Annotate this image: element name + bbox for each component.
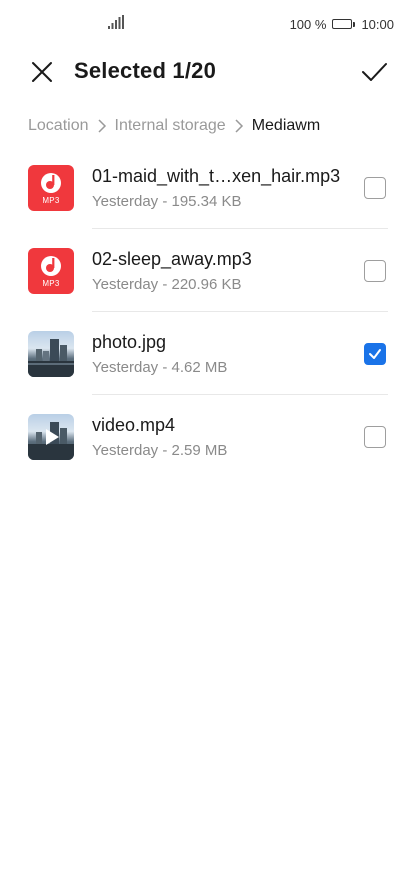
selection-header: Selected 1/20 bbox=[0, 48, 416, 100]
battery-percentage: 100 % bbox=[289, 16, 327, 32]
mp3-label: MP3 bbox=[42, 195, 60, 205]
file-name: video.mp4 bbox=[92, 414, 176, 435]
file-name: 02-sleep_away.mp3 bbox=[92, 248, 252, 269]
status-indicators: 100 % 10:00 bbox=[290, 15, 394, 33]
file-row[interactable]: MP3 01-maid_with_t…xen_hair.mp3 Yesterda… bbox=[28, 146, 388, 229]
breadcrumb-mediawm[interactable]: Mediawm bbox=[252, 117, 320, 135]
breadcrumb-location[interactable]: Location bbox=[28, 117, 89, 135]
mp3-icon: MP3 bbox=[28, 247, 74, 294]
file-meta: 02-sleep_away.mp3 Yesterday - 220.96 KB bbox=[92, 249, 354, 293]
file-checkbox[interactable] bbox=[364, 425, 386, 448]
file-checkbox[interactable] bbox=[364, 176, 386, 199]
file-name: photo.jpg bbox=[92, 331, 167, 352]
mp3-icon: MP3 bbox=[28, 164, 74, 211]
file-name: 01-maid_with_t…xen_hair.mp3 bbox=[92, 165, 341, 186]
music-note-icon bbox=[41, 255, 61, 276]
file-row[interactable]: photo.jpg Yesterday - 4.62 MB bbox=[28, 312, 388, 395]
file-details: Yesterday - 195.34 KB bbox=[92, 192, 242, 210]
close-button[interactable] bbox=[28, 58, 56, 86]
file-details: Yesterday - 2.59 MB bbox=[92, 441, 228, 459]
signal-icon bbox=[108, 15, 124, 29]
breadcrumb: Location Internal storage Mediawm bbox=[28, 115, 320, 137]
file-details: Yesterday - 220.96 KB bbox=[92, 275, 242, 293]
file-details: Yesterday - 4.62 MB bbox=[92, 358, 228, 376]
checkmark-icon bbox=[362, 63, 387, 81]
file-meta: video.mp4 Yesterday - 2.59 MB bbox=[92, 415, 354, 459]
confirm-button[interactable] bbox=[360, 58, 388, 86]
file-meta: 01-maid_with_t…xen_hair.mp3 Yesterday - … bbox=[92, 166, 354, 210]
status-bar: 100 % 10:00 bbox=[0, 0, 416, 48]
mp3-label: MP3 bbox=[42, 278, 60, 288]
breadcrumb-internal-storage[interactable]: Internal storage bbox=[115, 117, 226, 135]
file-checkbox[interactable] bbox=[364, 259, 386, 282]
file-meta: photo.jpg Yesterday - 4.62 MB bbox=[92, 332, 354, 376]
file-list: MP3 01-maid_with_t…xen_hair.mp3 Yesterda… bbox=[28, 146, 388, 478]
chevron-right-icon bbox=[97, 119, 106, 133]
music-note-icon bbox=[41, 172, 61, 193]
close-icon bbox=[32, 62, 52, 82]
battery-icon bbox=[332, 19, 356, 29]
file-row[interactable]: MP3 02-sleep_away.mp3 Yesterday - 220.96… bbox=[28, 229, 388, 312]
clock: 10:00 bbox=[361, 16, 394, 32]
city-image bbox=[28, 421, 74, 460]
chevron-right-icon bbox=[235, 119, 243, 133]
page-title: Selected 1/20 bbox=[74, 58, 217, 83]
file-selection-screen: 100 % 10:00 Selected 1/20 Location Inter… bbox=[0, 0, 416, 889]
file-checkbox-checked[interactable] bbox=[364, 342, 386, 365]
check-icon bbox=[369, 348, 381, 359]
file-row[interactable]: video.mp4 Yesterday - 2.59 MB bbox=[28, 395, 388, 478]
city-image bbox=[28, 338, 74, 377]
photo-thumbnail bbox=[28, 330, 74, 377]
video-thumbnail bbox=[28, 413, 74, 460]
